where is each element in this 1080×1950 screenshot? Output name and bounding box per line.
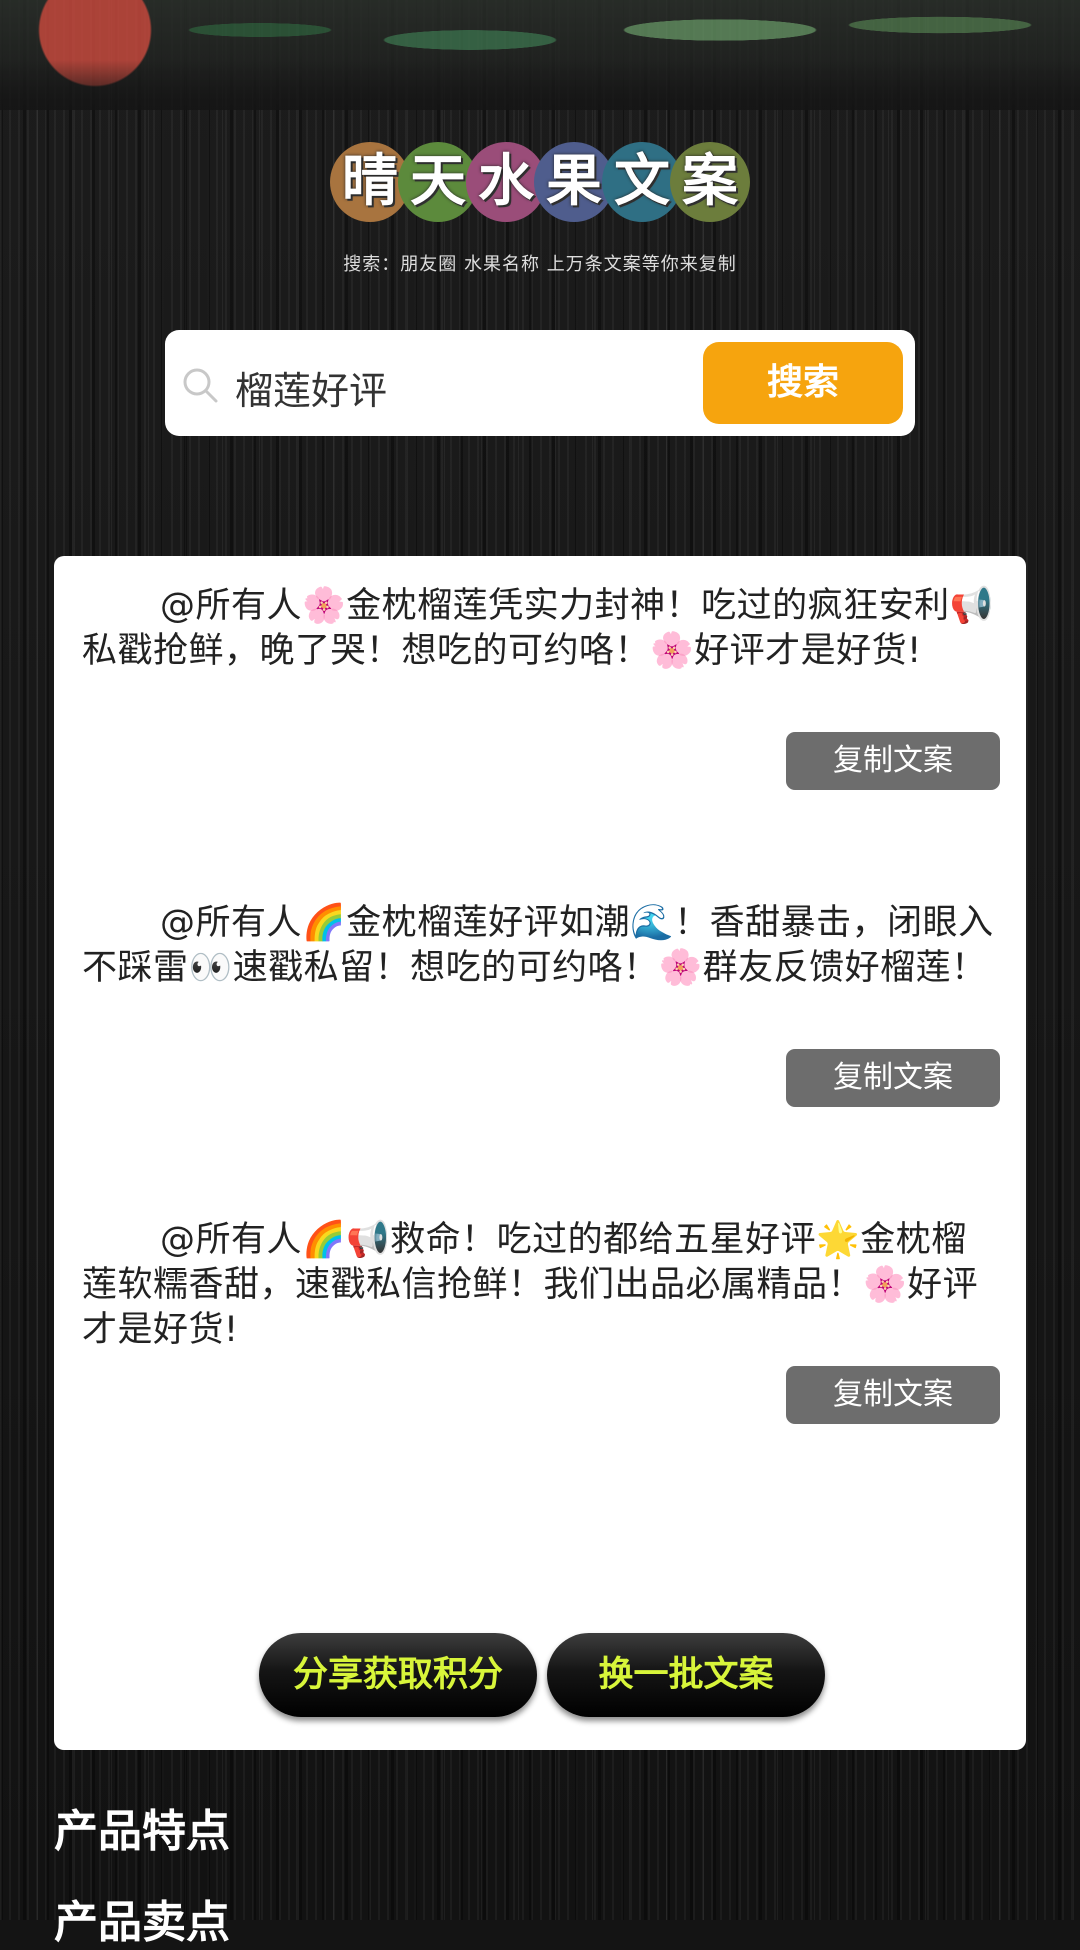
copy-button[interactable]: 复制文案 — [786, 732, 1000, 790]
search-input[interactable]: 榴莲好评 — [235, 360, 387, 415]
share-for-points-button[interactable]: 分享获取积分 — [259, 1633, 537, 1717]
search-bar: 榴莲好评 搜索 — [165, 330, 915, 436]
search-hint-subtitle: 搜索：朋友圈 水果名称 上万条文案等你来复制 — [343, 254, 737, 275]
copy-button[interactable]: 复制文案 — [786, 1366, 1000, 1424]
copy-text: @所有人🌈金枕榴莲好评如潮🌊！香甜暴击，闭眼入不踩雷👀速戳私留！想吃的可约咯！🌸… — [82, 903, 994, 988]
copy-text: @所有人🌸金枕榴莲凭实力封神！吃过的疯狂安利📢私戳抢鲜，晚了哭！想吃的可约咯！🌸… — [82, 586, 994, 671]
app-logo: 晴天水果文案 — [0, 142, 1080, 222]
section-title-features: 产品特点 — [54, 1806, 230, 1857]
fruit-photo-banner — [0, 0, 1080, 110]
copy-text: @所有人🌈📢救命！吃过的都给五星好评🌟金枕榴莲软糯香甜，速戳私信抢鲜！我们出品必… — [82, 1220, 979, 1350]
copy-item: @所有人🌈金枕榴莲好评如潮🌊！香甜暴击，闭眼入不踩雷👀速戳私留！想吃的可约咯！🌸… — [82, 901, 1002, 991]
copy-button[interactable]: 复制文案 — [786, 1049, 1000, 1107]
section-title-selling-points: 产品卖点 — [54, 1897, 230, 1948]
copy-item: @所有人🌈📢救命！吃过的都给五星好评🌟金枕榴莲软糯香甜，速戳私信抢鲜！我们出品必… — [82, 1218, 1002, 1353]
search-button[interactable]: 搜索 — [703, 342, 903, 424]
copy-item: @所有人🌸金枕榴莲凭实力封神！吃过的疯狂安利📢私戳抢鲜，晚了哭！想吃的可约咯！🌸… — [82, 584, 1002, 674]
copy-results-panel: @所有人🌸金枕榴莲凭实力封神！吃过的疯狂安利📢私戳抢鲜，晚了哭！想吃的可约咯！🌸… — [54, 556, 1026, 1750]
search-icon — [183, 368, 218, 403]
logo-char: 案 — [670, 142, 750, 222]
refresh-copies-button[interactable]: 换一批文案 — [547, 1633, 825, 1717]
